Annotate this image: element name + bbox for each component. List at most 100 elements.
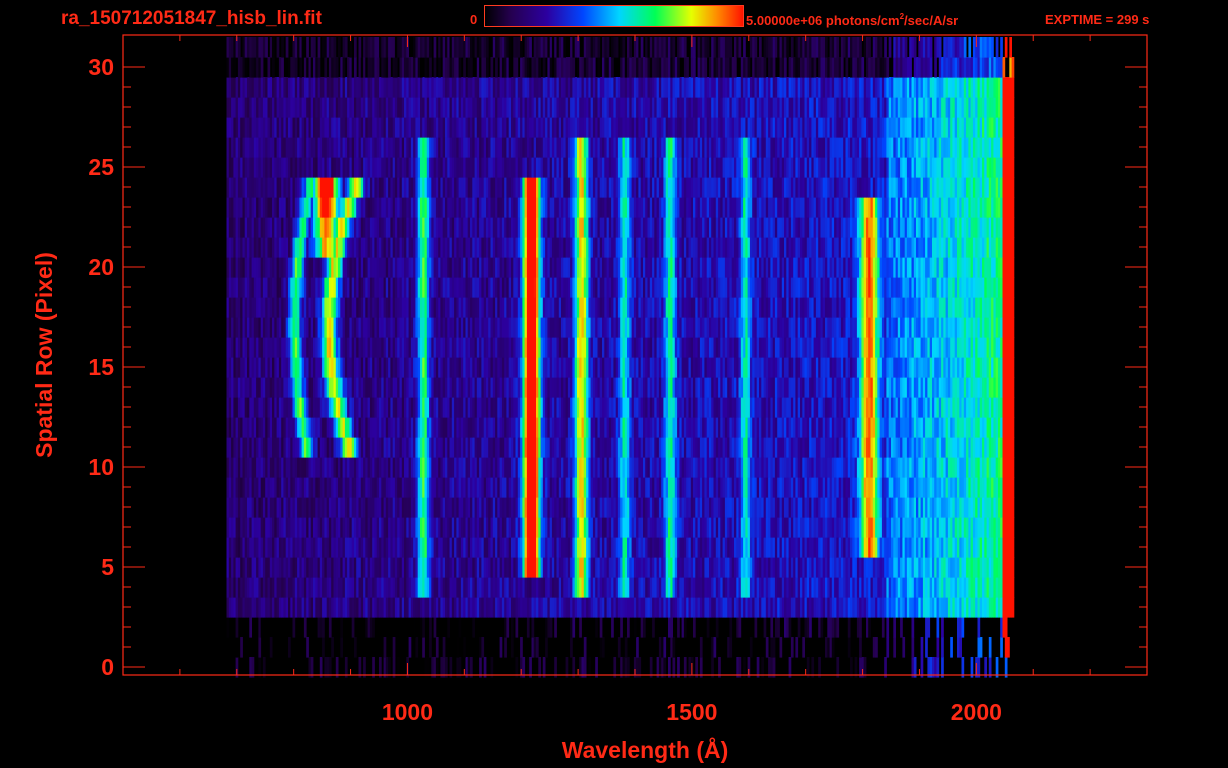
heatmap-cell [356, 357, 359, 378]
heatmap-cell [228, 497, 232, 518]
heatmap-cell [390, 497, 394, 518]
heatmap-cell [381, 397, 384, 418]
heatmap-cell [586, 337, 589, 358]
heatmap-cell [872, 357, 876, 378]
heatmap-cell [470, 517, 473, 538]
heatmap-cell [604, 337, 607, 358]
heatmap-cell [297, 457, 300, 478]
heatmap-cell [303, 577, 307, 598]
heatmap-cell [938, 497, 942, 518]
heatmap-cell [961, 417, 965, 438]
heatmap-cell [554, 577, 557, 598]
heatmap-cell [226, 357, 230, 378]
heatmap-cell [825, 637, 828, 658]
heatmap-cell [674, 537, 678, 558]
heatmap-cell [228, 337, 232, 358]
heatmap-cell [536, 517, 539, 538]
heatmap-cell [831, 577, 835, 598]
heatmap-cell [545, 577, 548, 598]
heatmap-cell [961, 377, 965, 398]
heatmap-cell [859, 357, 862, 378]
heatmap-cell [390, 437, 394, 458]
heatmap-cell [916, 397, 919, 418]
heatmap-cell [636, 337, 639, 358]
heatmap-cell [800, 537, 803, 558]
heatmap-cell [916, 577, 919, 598]
heatmap-cell [881, 357, 885, 378]
heatmap-cell [674, 577, 678, 598]
heatmap-cell [925, 557, 928, 578]
heatmap-cell [547, 337, 551, 358]
heatmap-cell [863, 457, 867, 478]
heatmap-cell [283, 577, 287, 598]
heatmap-cell [715, 417, 719, 438]
heatmap-cell [365, 417, 368, 438]
heatmap-cell [927, 417, 931, 438]
heatmap-cell [490, 577, 494, 598]
heatmap-cell [529, 417, 532, 438]
heatmap-cell [743, 477, 746, 498]
heatmap-cell [476, 337, 480, 358]
heatmap-cell [720, 357, 723, 378]
heatmap-cell [451, 437, 455, 458]
heatmap-cell [367, 517, 371, 538]
heatmap-cell [476, 477, 480, 498]
heatmap-cell [888, 397, 892, 418]
heatmap-cell [731, 377, 735, 398]
heatmap-cell [449, 557, 453, 578]
heatmap-cell [470, 417, 473, 438]
heatmap-cell [231, 397, 234, 418]
heatmap-cell [909, 517, 912, 538]
heatmap-cell [249, 597, 252, 618]
heatmap-cell [934, 357, 937, 378]
heatmap-cell [283, 537, 287, 558]
heatmap-cell [683, 497, 687, 518]
heatmap-cell [929, 417, 933, 438]
heatmap-cell [340, 537, 343, 558]
heatmap-cell [324, 417, 328, 438]
heatmap-cell [640, 537, 644, 558]
heatmap-cell [656, 577, 660, 598]
heatmap-cell [258, 477, 262, 498]
heatmap-cell [315, 517, 318, 538]
heatmap-cell [422, 357, 425, 378]
heatmap-cell [993, 437, 997, 458]
heatmap-cell [226, 397, 230, 418]
heatmap-cell [768, 577, 771, 598]
heatmap-cell [836, 557, 840, 578]
heatmap-cell [456, 637, 460, 658]
heatmap-cell [417, 517, 421, 538]
heatmap-cell [267, 577, 271, 598]
heatmap-cell [979, 557, 983, 578]
heatmap-cell [579, 617, 582, 638]
heatmap-cell [424, 397, 428, 418]
heatmap-cell [654, 457, 657, 478]
heatmap-cell [854, 357, 858, 378]
heatmap-cell [417, 457, 421, 478]
heatmap-cell [1009, 377, 1012, 398]
heatmap-cell [356, 417, 359, 438]
heatmap-cell [827, 477, 830, 498]
heatmap-cell [836, 357, 840, 378]
heatmap-cell [806, 397, 810, 418]
heatmap-cell [779, 557, 783, 578]
heatmap-cell [579, 357, 582, 378]
heatmap-cell [547, 457, 551, 478]
heatmap-cell [508, 397, 512, 418]
heatmap-cell [740, 577, 744, 598]
heatmap-cell [333, 577, 337, 598]
heatmap-cell [1004, 437, 1008, 458]
heatmap-cell [551, 597, 555, 618]
heatmap-cell [315, 337, 318, 358]
heatmap-cell [909, 437, 912, 458]
heatmap-cell [240, 477, 243, 498]
heatmap-cell [784, 497, 787, 518]
heatmap-cell [285, 477, 289, 498]
heatmap-cell [822, 437, 826, 458]
heatmap-cell [988, 557, 992, 578]
heatmap-cell [324, 477, 328, 498]
heatmap-cell [850, 477, 853, 498]
heatmap-cell [247, 457, 250, 478]
heatmap-cell [724, 537, 728, 558]
heatmap-cell [1000, 477, 1003, 498]
